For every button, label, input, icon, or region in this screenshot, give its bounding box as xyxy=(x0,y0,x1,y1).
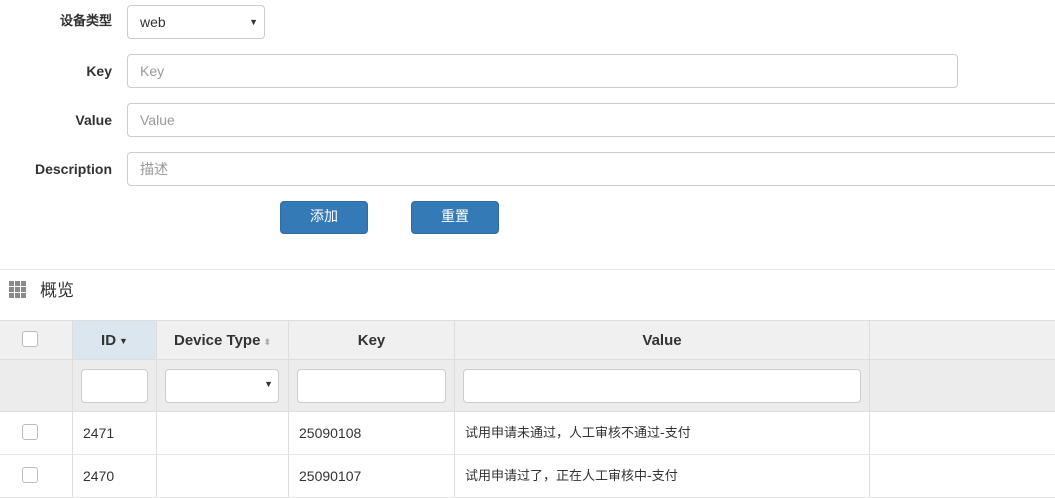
filter-value-input[interactable] xyxy=(463,369,861,403)
table-row[interactable]: 2471 25090108 试用申请未通过，人工审核不通过-支付 xyxy=(0,412,1055,455)
key-label: Key xyxy=(86,63,112,79)
cell-value: 试用申请过了，正在人工审核中-支付 xyxy=(455,455,870,497)
description-row: Description xyxy=(0,152,1055,186)
cell-id: 2470 xyxy=(73,455,157,497)
column-header-device-type[interactable]: Device Type ⬍ xyxy=(157,321,289,359)
key-input[interactable] xyxy=(127,54,958,88)
grid-icon xyxy=(9,281,26,298)
value-label: Value xyxy=(75,112,112,128)
cell-device-type xyxy=(157,455,289,497)
device-type-value: web xyxy=(140,14,166,30)
filter-cell-key xyxy=(289,360,455,411)
sort-desc-icon: ▼ xyxy=(119,336,128,346)
column-label-device-type: Device Type xyxy=(174,332,261,349)
filter-device-type-select[interactable]: ▼ xyxy=(165,369,279,403)
filter-key-input[interactable] xyxy=(297,369,446,403)
select-all-cell xyxy=(0,321,73,359)
description-label: Description xyxy=(34,161,112,177)
filter-id-input[interactable] xyxy=(81,369,148,403)
row-select-cell xyxy=(0,412,73,454)
chevron-down-icon: ▼ xyxy=(249,17,258,27)
select-all-checkbox[interactable] xyxy=(22,331,38,347)
device-type-label: 设备类型 xyxy=(59,14,112,29)
sort-icon: ⬍ xyxy=(263,337,271,347)
row-checkbox[interactable] xyxy=(22,424,38,440)
key-row: Key xyxy=(0,54,1055,88)
row-select-cell xyxy=(0,455,73,497)
filter-cell-value xyxy=(455,360,870,411)
cell-value: 试用申请未通过，人工审核不通过-支付 xyxy=(455,412,870,454)
reset-button[interactable]: 重置 xyxy=(411,201,499,234)
cell-key-text: 25090107 xyxy=(299,468,362,484)
cell-id-text: 2470 xyxy=(83,468,115,484)
column-label-id: ID xyxy=(101,332,117,349)
cell-key: 25090107 xyxy=(289,455,455,497)
cell-value-text: 试用申请未通过，人工审核不通过-支付 xyxy=(465,426,691,441)
column-header-key[interactable]: Key xyxy=(289,321,455,359)
device-type-select[interactable]: web ▼ xyxy=(127,5,265,39)
column-header-value[interactable]: Value xyxy=(455,321,870,359)
description-input[interactable] xyxy=(127,152,1055,186)
column-header-id[interactable]: ID ▼ xyxy=(73,321,157,359)
cell-device-type xyxy=(157,412,289,454)
table-filter-row: ▼ xyxy=(0,360,1055,412)
column-label-value: Value xyxy=(642,332,682,349)
value-input[interactable] xyxy=(127,103,1055,137)
add-button[interactable]: 添加 xyxy=(280,201,368,234)
cell-value-text: 试用申请过了，正在人工审核中-支付 xyxy=(465,469,678,484)
chevron-down-icon: ▼ xyxy=(264,379,273,389)
table-row[interactable]: 2470 25090107 试用申请过了，正在人工审核中-支付 xyxy=(0,455,1055,498)
panel-title: 概览 xyxy=(40,281,74,301)
cell-id: 2471 xyxy=(73,412,157,454)
section-divider xyxy=(0,269,1055,270)
cell-key-text: 25090108 xyxy=(299,425,362,441)
filter-cell-id xyxy=(73,360,157,411)
cell-key: 25090108 xyxy=(289,412,455,454)
filter-cell-device-type: ▼ xyxy=(157,360,289,411)
cell-id-text: 2471 xyxy=(83,425,115,441)
column-label-key: Key xyxy=(357,332,386,349)
row-checkbox[interactable] xyxy=(22,467,38,483)
value-row: Value xyxy=(0,103,1055,137)
data-table: ID ▼ Device Type ⬍ Key Value ▼ 2471 2509… xyxy=(0,320,1055,498)
device-type-row: 设备类型 web ▼ xyxy=(0,5,1055,39)
table-header-row: ID ▼ Device Type ⬍ Key Value xyxy=(0,321,1055,360)
filter-cell-empty xyxy=(0,360,73,411)
